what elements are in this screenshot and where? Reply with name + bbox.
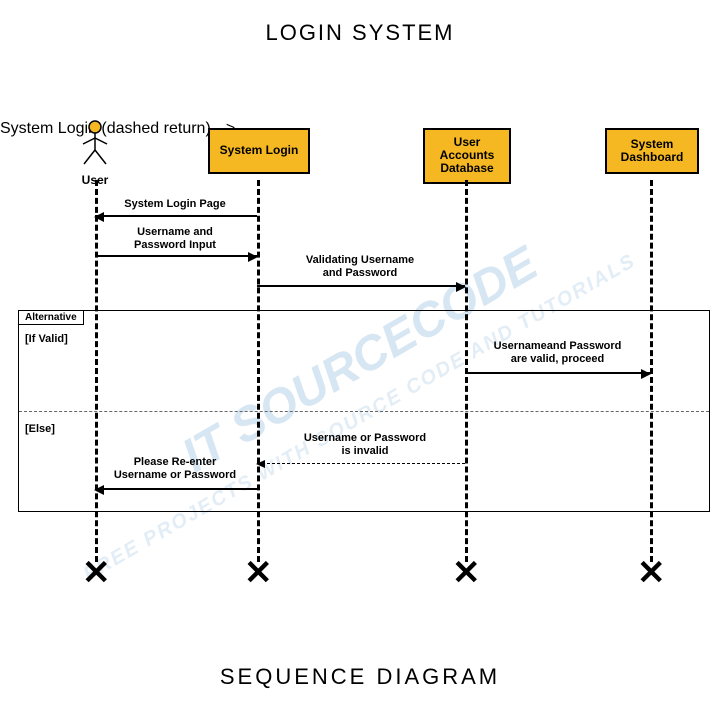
object-system-login: System Login xyxy=(208,128,310,174)
alt-divider xyxy=(19,411,709,412)
object-dashboard: System Dashboard xyxy=(605,128,699,174)
destroy-dashboard: ✕ xyxy=(637,556,666,590)
arrow-login-page xyxy=(95,215,257,217)
msg-validate: Validating Username and Password xyxy=(270,254,450,279)
destroy-system-login: ✕ xyxy=(244,556,273,590)
msg-invalid: Username or Password is invalid xyxy=(275,432,455,457)
msg-login-page: System Login Page xyxy=(100,198,250,211)
arrow-validate xyxy=(257,285,465,287)
sequence-diagram: User ✕ System Login ✕ User Accounts Data… xyxy=(0,120,720,590)
guard-else: [Else] xyxy=(25,423,55,435)
user-icon xyxy=(80,120,110,166)
page-title: LOGIN SYSTEM xyxy=(0,20,720,46)
arrow-reenter xyxy=(95,488,257,490)
object-database: User Accounts Database xyxy=(423,128,511,184)
destroy-database: ✕ xyxy=(452,556,481,590)
page-subtitle: SEQUENCE DIAGRAM xyxy=(0,664,720,690)
destroy-user: ✕ xyxy=(82,556,111,590)
alt-label: Alternative xyxy=(18,310,84,325)
arrow-valid-proceed xyxy=(465,372,650,374)
arrow-credentials-input xyxy=(95,255,257,257)
msg-credentials-input: Username and Password Input xyxy=(100,226,250,251)
arrow-invalid xyxy=(257,463,465,464)
msg-valid-proceed: Usernameand Password are valid, proceed xyxy=(475,340,640,365)
actor-user: User xyxy=(80,120,110,187)
guard-if-valid: [If Valid] xyxy=(25,333,68,345)
msg-reenter: Please Re-enter Username or Password xyxy=(100,456,250,481)
